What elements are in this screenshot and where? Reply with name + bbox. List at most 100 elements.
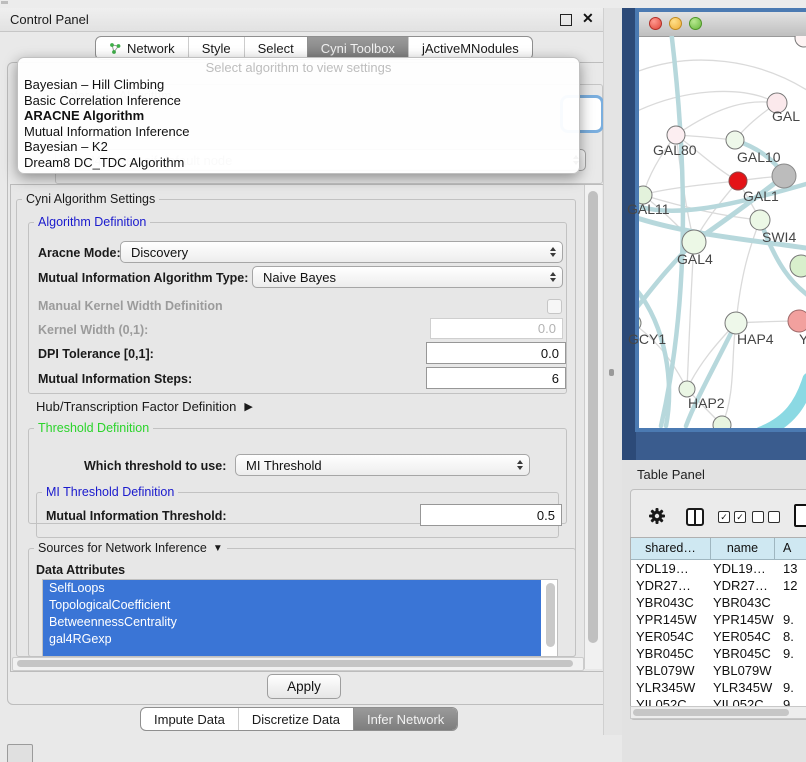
sources-group-title-row[interactable]: Sources for Network Inference ▼ [34,541,227,555]
tab-style-label: Style [202,41,231,56]
column-header-clipped[interactable]: A [775,538,806,559]
node-salmon[interactable] [788,310,806,332]
tab-cyni-toolbox[interactable]: Cyni Toolbox [307,37,408,59]
close-panel-icon[interactable]: ✕ [582,10,594,27]
data-attributes-label: Data Attributes [36,563,125,577]
control-panel-title: Control Panel [10,12,89,27]
node-label: GAL80 [653,142,697,158]
list-item[interactable]: BetweennessCentrality [43,614,541,631]
tab-style[interactable]: Style [188,37,244,59]
node-label: GAL [772,108,800,124]
node-label: Y [799,331,806,347]
node-attribute-table: shared… name A YDL19…YDL19…13 YDR27…YDR2… [630,537,806,707]
minimized-panel-icon[interactable] [7,744,33,762]
which-threshold-combo[interactable]: MI Threshold [235,454,530,476]
hub-section[interactable]: Hub/Transcription Factor Definition ▶ [36,399,253,414]
node-label: GCY1 [628,331,666,347]
aracne-mode-label: Aracne Mode: [38,246,121,260]
tab-impute-data[interactable]: Impute Data [141,708,238,730]
tab-discretize-data-label: Discretize Data [252,712,340,727]
tab-select[interactable]: Select [244,37,307,59]
table-panel: Table Panel ✓ ✓ shared… name A [622,460,806,762]
node-swi4[interactable] [750,210,770,230]
aracne-mode-value: Discovery [131,245,188,260]
apply-button[interactable]: Apply [267,674,341,699]
table-row[interactable]: YBL079WYBL079W [631,662,806,679]
table-row[interactable]: YDR27…YDR27…12 [631,577,806,594]
table-row[interactable]: YER054CYER054C8. [631,628,806,645]
list-item[interactable]: TopologicalCoefficient [43,597,541,614]
list-item[interactable]: gal4RGexp [43,631,541,648]
mi-type-value: Naive Bayes [263,270,336,285]
column-header-shared-name[interactable]: shared… [631,538,711,559]
expand-right-icon[interactable]: ▶ [244,400,252,413]
aracne-mode-combo[interactable]: Discovery [120,241,563,263]
node-right-green[interactable] [790,255,806,277]
network-window-titlebar[interactable] [639,12,806,37]
horizontal-scrollbar-thumb[interactable] [17,660,573,667]
vertical-scrollbar-thumb[interactable] [588,191,598,643]
minimize-window-icon[interactable] [669,17,682,30]
table-row[interactable]: YPR145WYPR145W9. [631,611,806,628]
mi-steps-label: Mutual Information Steps: [38,372,192,386]
float-panel-icon[interactable] [560,14,572,26]
dropdown-item-bayesian-hill[interactable]: Bayesian – Hill Climbing [18,77,579,93]
node-clipped-top[interactable] [795,36,806,47]
mi-threshold-value: 0.5 [537,508,555,523]
tab-network[interactable]: Network [96,37,188,59]
dpi-tolerance-value: 0.0 [541,346,559,361]
mi-type-label: Mutual Information Algorithm Type: [38,271,248,285]
table-row[interactable]: YDL19…YDL19…13 [631,560,806,577]
collapse-down-icon[interactable]: ▼ [213,543,223,554]
dropdown-item-aracne[interactable]: ARACNE Algorithm [18,108,579,124]
columns-icon[interactable] [686,508,704,526]
gear-icon[interactable] [648,507,666,530]
table-row[interactable]: YBR045CYBR045C9. [631,645,806,662]
column-header-name[interactable]: name [711,538,775,559]
deselect-all-checkboxes-icon[interactable] [752,511,780,523]
list-item[interactable] [43,648,541,657]
dpi-tolerance-label: DPI Tolerance [0,1]: [38,347,154,361]
node-gal10[interactable] [726,131,744,149]
table-horizontal-scrollbar[interactable] [630,706,806,719]
kernel-width-label: Kernel Width (0,1): [38,323,148,337]
zoom-window-icon[interactable] [689,17,702,30]
node-gray[interactable] [772,164,796,188]
tab-cyni-toolbox-label: Cyni Toolbox [321,41,395,56]
dropdown-item-mutual-information[interactable]: Mutual Information Inference [18,124,579,140]
mi-steps-field[interactable]: 6 [426,367,566,389]
mi-type-combo[interactable]: Naive Bayes [252,266,563,288]
table-panel-title: Table Panel [637,467,705,482]
bottom-tabs: Impute Data Discretize Data Infer Networ… [140,707,458,731]
mi-threshold-field[interactable]: 0.5 [420,504,562,526]
mi-steps-value: 6 [552,371,559,386]
dpi-tolerance-field[interactable]: 0.0 [426,342,566,364]
tab-select-label: Select [258,41,294,56]
table-scrollbar-thumb[interactable] [633,709,789,716]
list-vertical-scrollbar[interactable] [546,583,555,647]
control-panel-titlebar: Control Panel ✕ [0,8,622,32]
dropdown-item-bayesian-k2[interactable]: Bayesian – K2 [18,139,579,155]
settings-vertical-scrollbar[interactable] [584,185,602,669]
tab-infer-network[interactable]: Infer Network [353,708,457,730]
list-item[interactable]: SelfLoops [43,580,541,597]
dropdown-item-basic-correlation[interactable]: Basic Correlation Inference [18,93,579,109]
table-row[interactable]: YLR345WYLR345W9. [631,679,806,696]
tab-jactivemnodules[interactable]: jActiveMNodules [408,37,532,59]
settings-horizontal-scrollbar[interactable] [12,657,584,671]
splitter-handle[interactable] [609,369,614,376]
hub-section-label: Hub/Transcription Factor Definition [36,399,236,414]
tab-jactivemnodules-label: jActiveMNodules [422,41,519,56]
dropdown-item-dream8[interactable]: Dream8 DC_TDC Algorithm [18,155,579,171]
kernel-width-field[interactable]: 0.0 [430,318,563,339]
stepper-icon [513,455,526,475]
tab-discretize-data[interactable]: Discretize Data [238,708,353,730]
document-icon-clipped[interactable] [794,504,806,527]
table-row[interactable]: YBR043CYBR043C [631,594,806,611]
network-graph-icon [109,42,122,55]
select-all-checkboxes-icon[interactable]: ✓ ✓ [718,511,746,523]
sources-group-title: Sources for Network Inference [38,541,207,555]
node-label: GAL11 [627,201,670,217]
close-window-icon[interactable] [649,17,662,30]
manual-kernel-checkbox[interactable] [547,299,562,314]
